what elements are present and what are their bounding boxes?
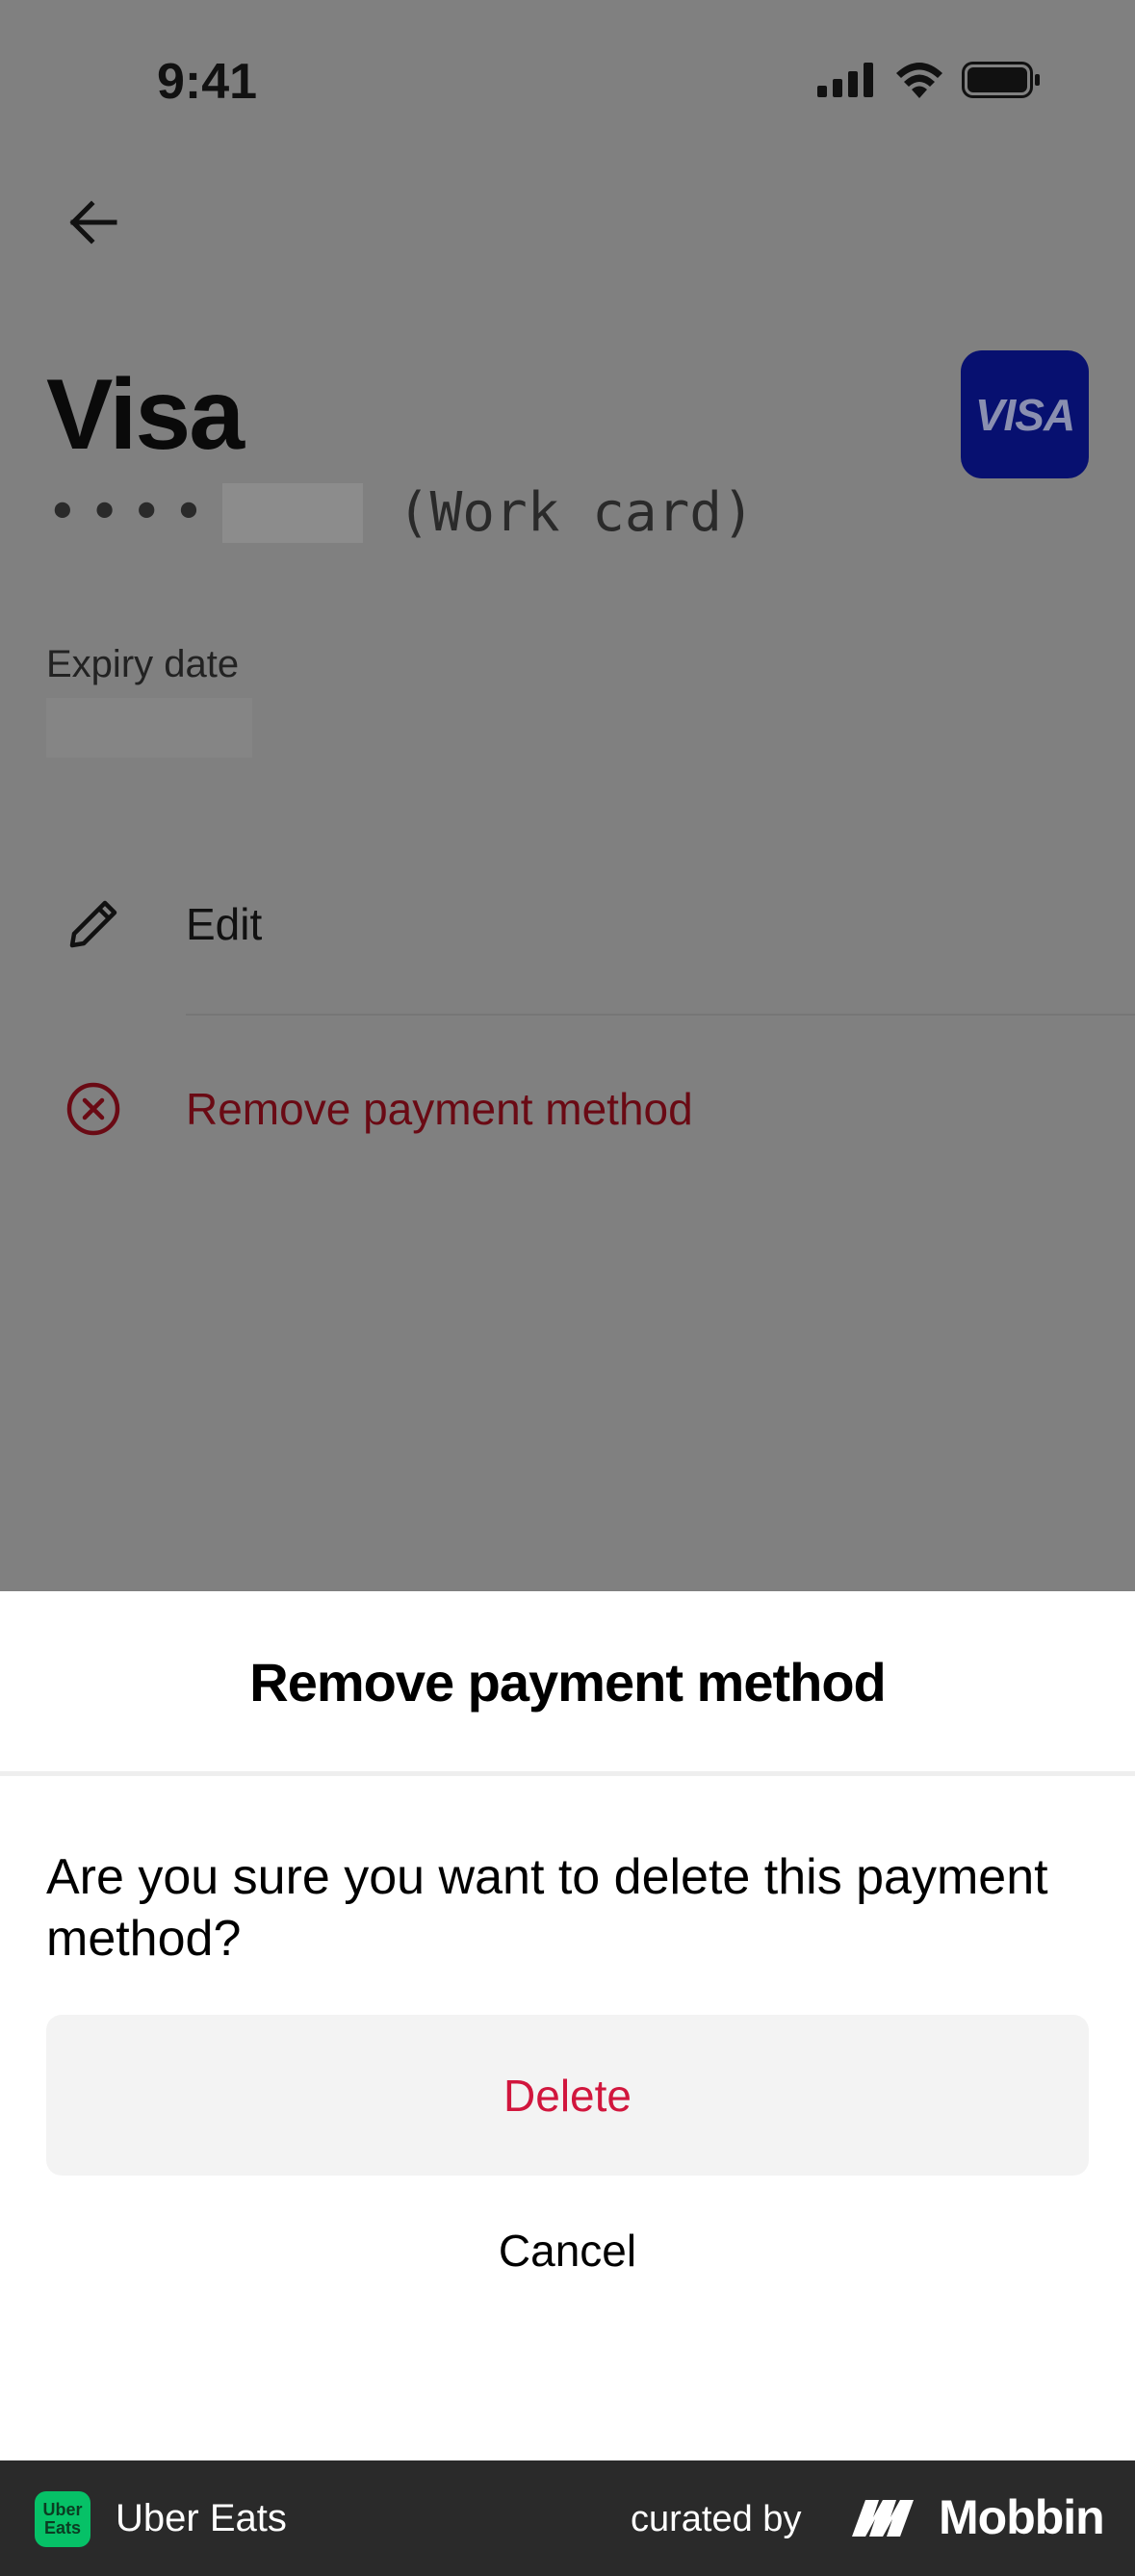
masked-digits: ••••	[46, 481, 215, 544]
mobbin-mark-icon	[852, 2500, 914, 2537]
app-icon-line2: Eats	[43, 2518, 82, 2537]
uber-eats-app-icon: Uber Eats	[35, 2491, 90, 2547]
row-divider	[186, 1014, 1135, 1016]
cellular-signal-icon	[817, 63, 877, 102]
status-time: 9:41	[157, 54, 258, 110]
sheet-divider	[0, 1771, 1135, 1776]
wifi-icon	[894, 62, 944, 103]
mobbin-logo: Mobbin	[852, 2489, 1105, 2545]
card-brand-title: Visa	[46, 359, 245, 471]
cancel-button[interactable]: Cancel	[46, 2188, 1089, 2313]
app-icon-line1: Uber	[42, 2500, 83, 2519]
mobbin-wordmark: Mobbin	[939, 2490, 1105, 2544]
arrow-left-icon	[69, 200, 117, 245]
curated-by-text: curated by	[631, 2499, 802, 2539]
delete-button[interactable]: Delete	[46, 2015, 1089, 2176]
card-nickname: (Work card)	[397, 481, 755, 544]
remove-payment-label: Remove payment method	[186, 1084, 693, 1134]
redacted-expiry-value	[46, 698, 252, 758]
battery-icon	[962, 62, 1041, 103]
remove-payment-row[interactable]: Remove payment method	[0, 1051, 1135, 1167]
expiry-label: Expiry date	[46, 643, 240, 685]
sheet-title: Remove payment method	[249, 1652, 887, 1713]
sheet-message: Are you sure you want to delete this pay…	[46, 1849, 1048, 1967]
app-name: Uber Eats	[116, 2497, 287, 2539]
pencil-icon	[60, 890, 127, 958]
status-icons	[817, 62, 1041, 103]
confirm-bottom-sheet: Remove payment method Are you sure you w…	[0, 1591, 1135, 2460]
visa-logo: VISA	[961, 350, 1089, 478]
back-button[interactable]	[60, 189, 127, 256]
edit-label: Edit	[186, 899, 263, 949]
card-number: •••• (Work card)	[46, 481, 755, 544]
screen: 9:41 Visa •••• (Work card) VISA Expiry d…	[0, 0, 1135, 2576]
redacted-last-digits	[221, 482, 363, 543]
attribution-footer: Uber Eats Uber Eats curated by Mobbin	[0, 2460, 1135, 2576]
circle-x-icon	[60, 1075, 127, 1143]
edit-row[interactable]: Edit	[0, 866, 1135, 982]
